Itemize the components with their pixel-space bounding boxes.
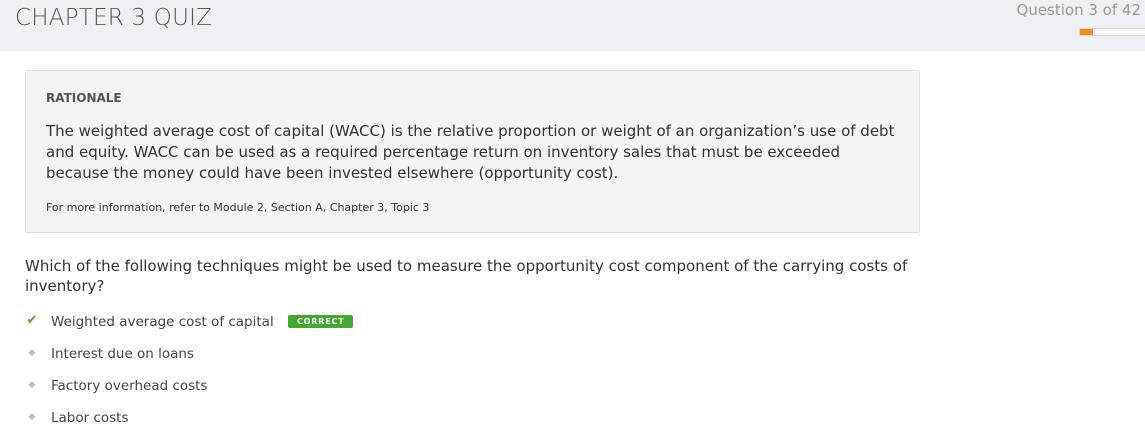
- progress-fill: [1080, 29, 1093, 35]
- quiz-header: CHAPTER 3 QUIZ Question 3 of 42: [0, 0, 1145, 51]
- answer-label: Factory overhead costs: [51, 378, 208, 394]
- page-title: CHAPTER 3 QUIZ: [15, 5, 213, 31]
- rationale-reference: For more information, refer to Module 2,…: [46, 201, 430, 214]
- question-counter: Question 3 of 42: [1016, 1, 1141, 19]
- check-icon: ✔: [26, 313, 38, 328]
- question-text: Which of the following techniques might …: [25, 257, 908, 295]
- bullet-icon: ◆: [28, 380, 36, 390]
- correct-badge: CORRECT: [288, 315, 354, 328]
- bullet-icon: ◆: [28, 412, 36, 422]
- answer-label: Interest due on loans: [51, 346, 195, 362]
- bullet-icon: ◆: [28, 348, 36, 358]
- progress-bar: [1079, 28, 1145, 36]
- rationale-heading: RATIONALE: [46, 91, 122, 105]
- rationale-panel: RATIONALE The weighted average cost of c…: [25, 70, 920, 233]
- rationale-text: The weighted average cost of capital (WA…: [46, 122, 895, 182]
- answer-label: Labor costs: [51, 410, 129, 426]
- answer-label: Weighted average cost of capital: [51, 314, 274, 330]
